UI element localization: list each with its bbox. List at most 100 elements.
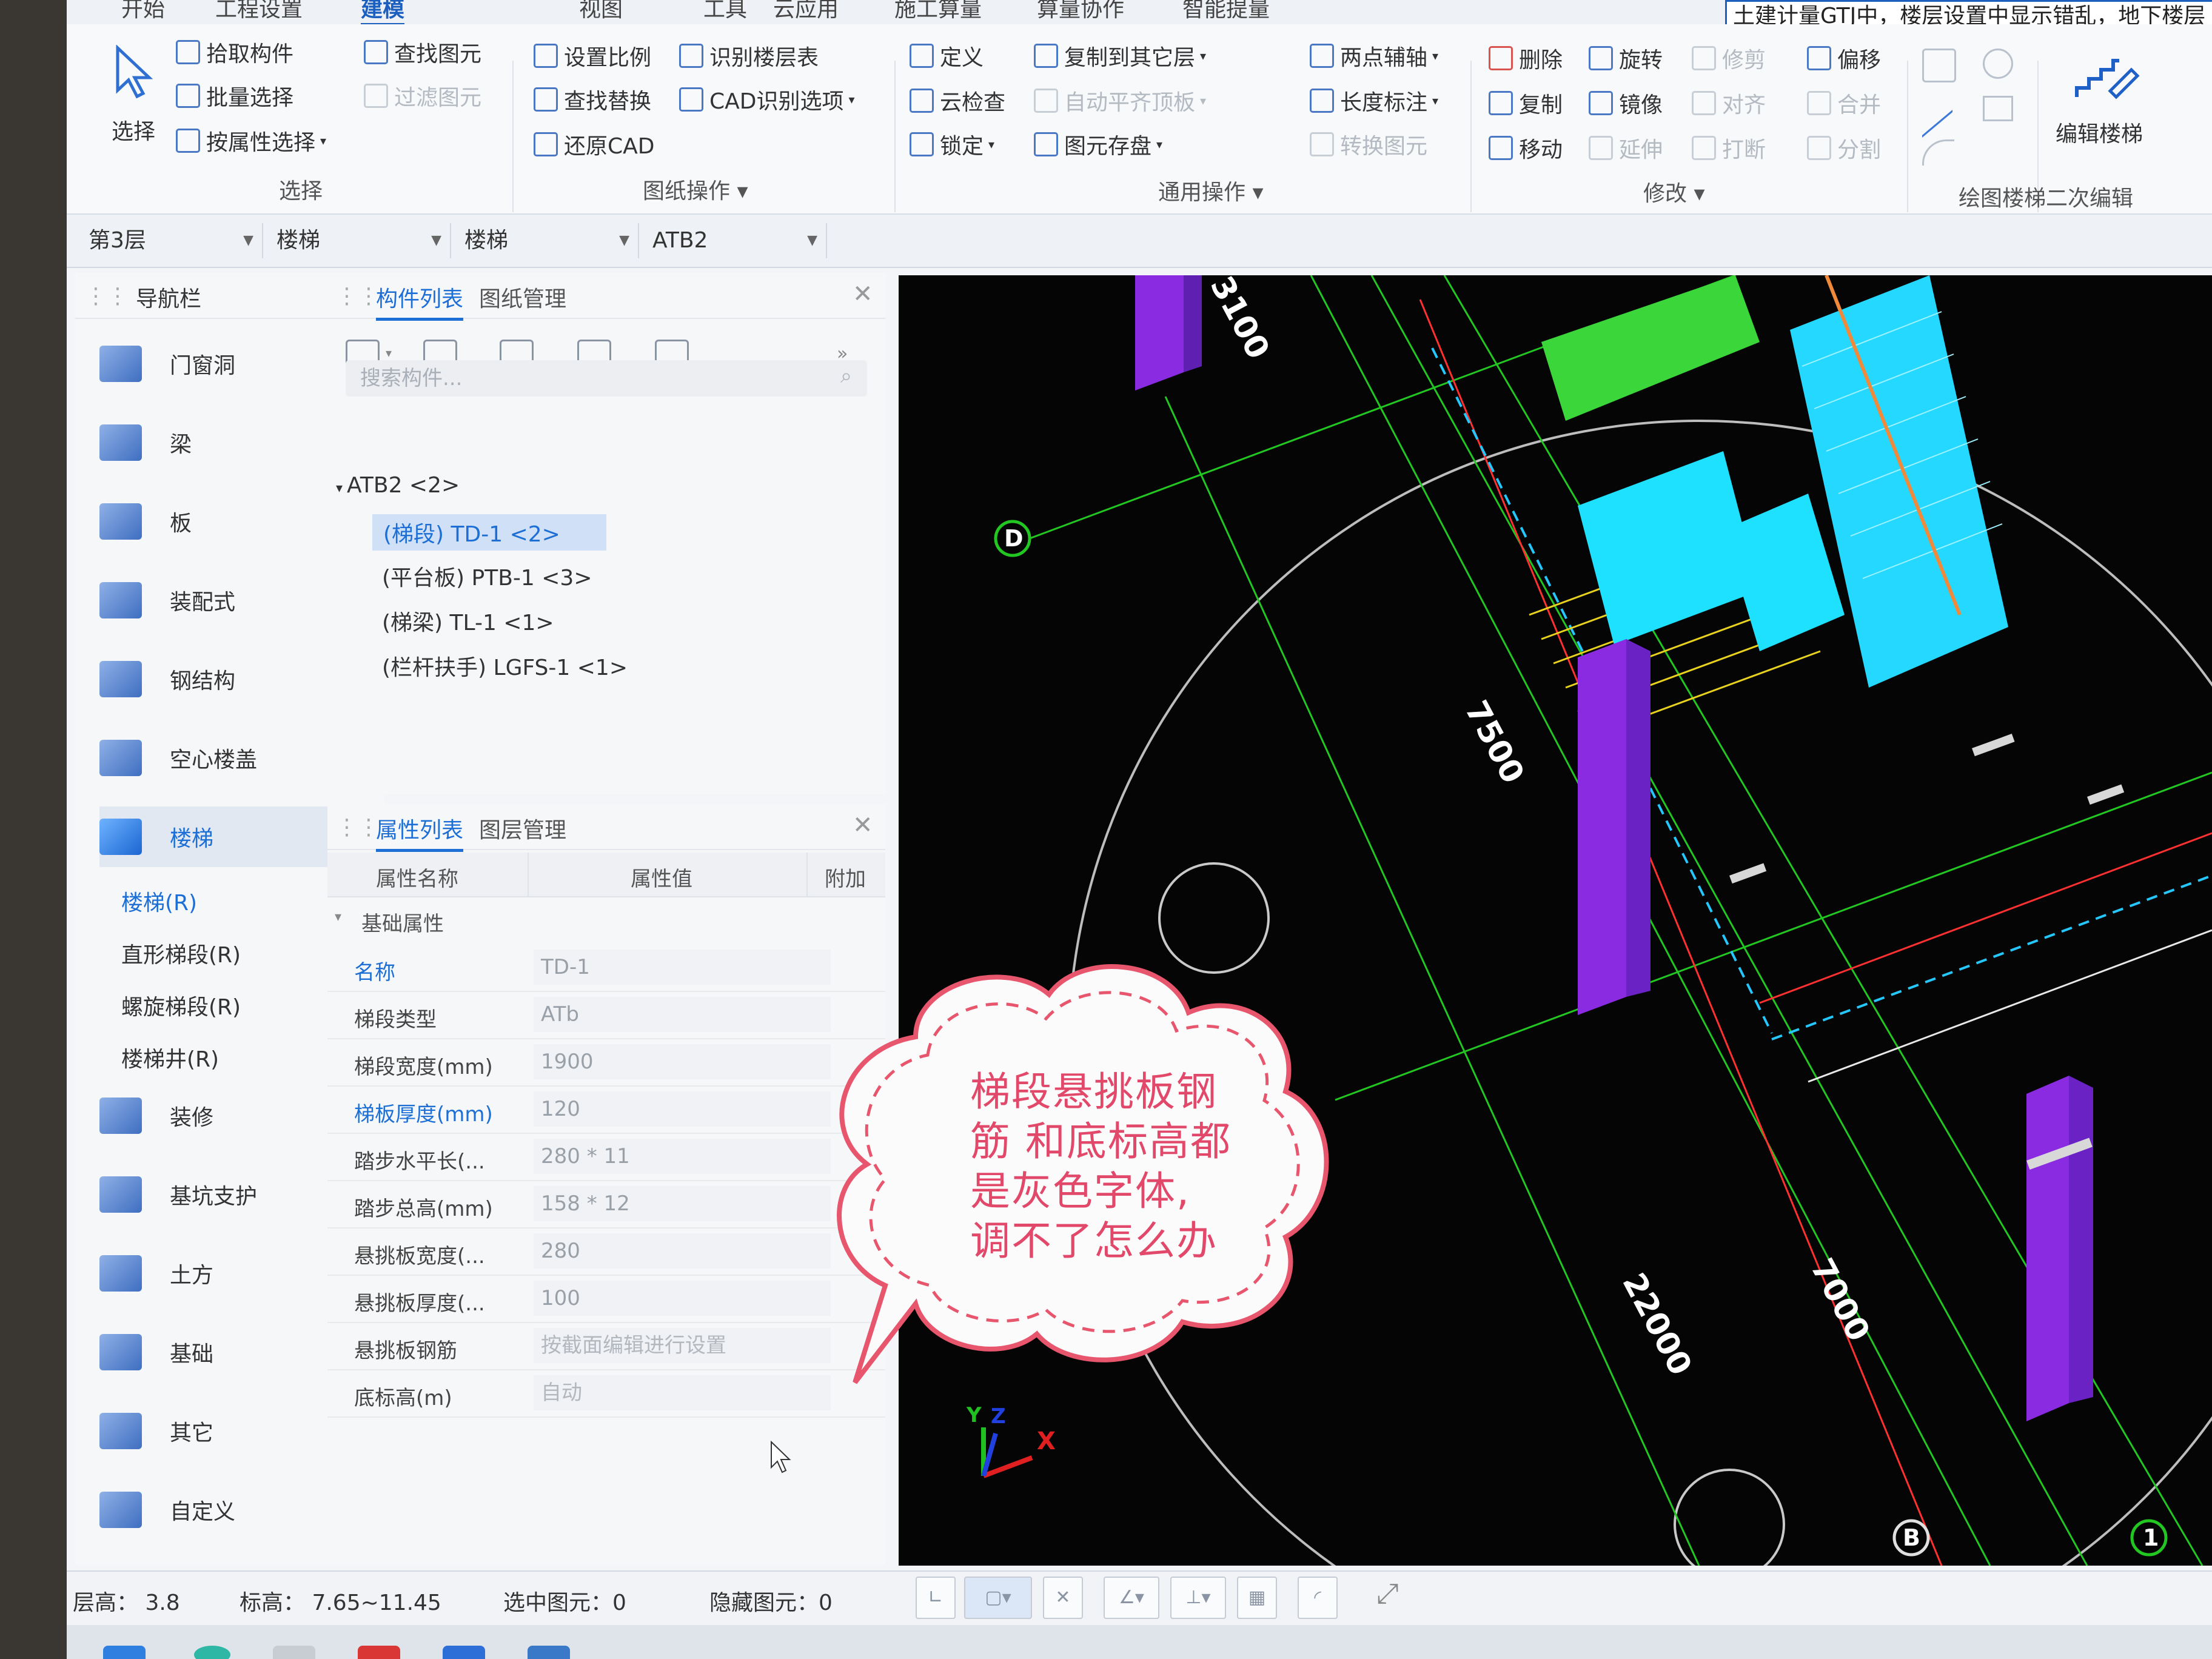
set-scale-button[interactable]: 设置比例	[534, 40, 651, 72]
property-value-field[interactable]: 1900	[534, 1044, 831, 1079]
auto-flat-slab-button[interactable]: 自动平齐顶板 ▾	[1034, 85, 1206, 116]
nav-item-hollow-floor[interactable]: 空心楼盖	[99, 728, 354, 788]
batch-select-button[interactable]: 批量选择	[176, 80, 293, 112]
move-button[interactable]: 移动	[1489, 132, 1563, 164]
nav-item-other[interactable]: 其它	[99, 1401, 354, 1461]
edit-stair-button[interactable]: 编辑楼梯	[2049, 49, 2183, 164]
pick-component-button[interactable]: 拾取构件	[176, 36, 293, 68]
nav-item-steel[interactable]: 钢结构	[99, 649, 354, 709]
trim-button[interactable]: 修剪	[1692, 42, 1766, 74]
restore-cad-button[interactable]: 还原CAD	[534, 129, 655, 160]
elevation-snap-icon[interactable]: ⊥▾	[1170, 1577, 1226, 1619]
arc-tool-icon[interactable]: ◜	[1298, 1577, 1338, 1619]
nav-item-slab[interactable]: 板	[99, 491, 354, 552]
menu-modeling[interactable]: 建模	[361, 0, 405, 27]
menu-construction-quantity[interactable]: 施工算量	[894, 0, 982, 23]
property-value-field[interactable]: 120	[534, 1091, 831, 1127]
break-button[interactable]: 打断	[1692, 132, 1766, 164]
snap-toggle-icon[interactable]: ▢▾	[964, 1577, 1032, 1619]
app-icon[interactable]	[443, 1646, 485, 1659]
menu-project-settings[interactable]: 工程设置	[215, 0, 303, 23]
define-button[interactable]: 定义	[910, 40, 984, 72]
component-search-input[interactable]: 搜索构件...	[346, 360, 867, 397]
draw-point-tool[interactable]	[1922, 49, 1956, 82]
menu-start[interactable]: 开始	[121, 0, 165, 23]
sub-item-stair[interactable]: 楼梯(R)	[121, 885, 197, 917]
nav-item-custom[interactable]: 自定义	[99, 1480, 354, 1540]
copy-button[interactable]: 复制	[1489, 87, 1563, 119]
rotate-button[interactable]: 旋转	[1589, 42, 1663, 74]
tab-layer-management[interactable]: 图层管理	[479, 813, 566, 844]
offset-button[interactable]: 偏移	[1807, 42, 1881, 74]
lock-button[interactable]: 锁定 ▾	[910, 129, 994, 160]
convert-element-button[interactable]: 转换图元	[1310, 129, 1427, 160]
grip-icon[interactable]: ⋮⋮	[336, 284, 380, 309]
grid-display-icon[interactable]: ▦	[1237, 1577, 1277, 1619]
nav-item-prefab[interactable]: 装配式	[99, 570, 354, 631]
mirror-button[interactable]: 镜像	[1589, 87, 1663, 119]
angle-snap-icon[interactable]: ∠▾	[1104, 1577, 1159, 1619]
floor-dropdown[interactable]: 第3层 ▼	[75, 223, 263, 258]
two-point-axis-button[interactable]: 两点辅轴 ▾	[1310, 40, 1438, 72]
property-value-field[interactable]: 280	[534, 1233, 831, 1269]
app-icon[interactable]	[528, 1646, 570, 1659]
grip-icon[interactable]: ⋮⋮	[336, 815, 380, 840]
menu-collaboration[interactable]: 算量协作	[1037, 0, 1124, 23]
tree-item-lgfs1[interactable]: (栏杆扶手) LGFS-1 <1>	[382, 650, 628, 682]
cad-recognition-options-button[interactable]: CAD识别选项 ▾	[679, 84, 855, 115]
section-basic-properties[interactable]: ▾ 基础属性	[327, 900, 885, 942]
draw-arc-tool[interactable]	[1922, 139, 1954, 166]
tree-item-ptb1[interactable]: (平台板) PTB-1 <3>	[382, 560, 592, 592]
align-button[interactable]: 对齐	[1692, 87, 1766, 119]
close-icon[interactable]: ✕	[853, 811, 873, 839]
merge-button[interactable]: 合并	[1807, 87, 1881, 119]
nav-item-pit-support[interactable]: 基坑支护	[99, 1164, 354, 1225]
category-dropdown[interactable]: 楼梯 ▼	[263, 223, 451, 258]
grip-icon[interactable]: ⋮⋮	[85, 284, 129, 309]
tree-root-atb2[interactable]: ▾ ATB2 <2>	[336, 473, 460, 498]
cloud-check-button[interactable]: 云检查	[910, 85, 1005, 116]
menu-view[interactable]: 视图	[579, 0, 623, 23]
select-button[interactable]: 选择	[103, 36, 170, 146]
property-value-field[interactable]: TD-1	[534, 950, 831, 985]
nav-item-foundation[interactable]: 基础	[99, 1322, 354, 1382]
tab-component-list[interactable]: 构件列表	[376, 281, 464, 321]
chevron-down-icon[interactable]: ▾	[386, 346, 392, 360]
property-value-field[interactable]: 158 * 12	[534, 1186, 831, 1221]
extend-button[interactable]: 延伸	[1589, 132, 1663, 164]
property-value-field[interactable]: ATb	[534, 997, 831, 1032]
close-icon[interactable]: ✕	[853, 280, 873, 308]
nav-item-decoration[interactable]: 装修	[99, 1085, 354, 1146]
app-icon[interactable]	[358, 1646, 400, 1659]
select-by-attribute-button[interactable]: 按属性选择 ▾	[176, 125, 326, 156]
sub-item-straight-flight[interactable]: 直形梯段(R)	[121, 937, 241, 969]
menu-cloud[interactable]: 云应用	[773, 0, 839, 23]
find-replace-button[interactable]: 查找替换	[534, 84, 651, 115]
split-button[interactable]: 分割	[1807, 132, 1881, 164]
find-element-button[interactable]: 查找图元	[364, 36, 481, 68]
cross-select-icon[interactable]: ✕	[1043, 1577, 1083, 1619]
draw-rectangle-tool[interactable]	[1983, 96, 2013, 121]
draw-circle-tool[interactable]	[1983, 49, 2013, 79]
ortho-toggle-icon[interactable]: ∟	[916, 1577, 956, 1619]
property-value-field[interactable]: 280 * 11	[534, 1139, 831, 1174]
sub-item-spiral-flight[interactable]: 螺旋梯段(R)	[121, 990, 241, 1021]
sub-item-stair-well[interactable]: 楼梯井(R)	[121, 1042, 219, 1073]
tree-item-tl1[interactable]: (梯梁) TL-1 <1>	[382, 605, 554, 637]
property-value-field[interactable]: 100	[534, 1281, 831, 1316]
length-dimension-button[interactable]: 长度标注 ▾	[1310, 85, 1438, 116]
app-icon[interactable]	[273, 1646, 315, 1659]
type-dropdown[interactable]: 楼梯 ▼	[451, 223, 639, 258]
nav-item-earthwork[interactable]: 土方	[99, 1243, 354, 1304]
fullscreen-icon[interactable]: ⤢	[1376, 1577, 1399, 1610]
search-icon[interactable]: ⌕	[840, 364, 852, 388]
draw-line-tool[interactable]	[1922, 79, 1952, 138]
tab-property-list[interactable]: 属性列表	[376, 813, 464, 852]
nav-item-door-window[interactable]: 门窗洞	[99, 333, 354, 394]
copy-to-other-floor-button[interactable]: 复制到其它层 ▾	[1034, 40, 1206, 72]
menu-tools[interactable]: 工具	[703, 0, 747, 23]
tree-item-td1[interactable]: (梯段) TD-1 <2>	[372, 514, 606, 551]
recognize-floor-table-button[interactable]: 识别楼层表	[679, 40, 819, 72]
save-element-button[interactable]: 图元存盘 ▾	[1034, 129, 1162, 160]
nav-item-stair[interactable]: 楼梯	[99, 806, 354, 867]
